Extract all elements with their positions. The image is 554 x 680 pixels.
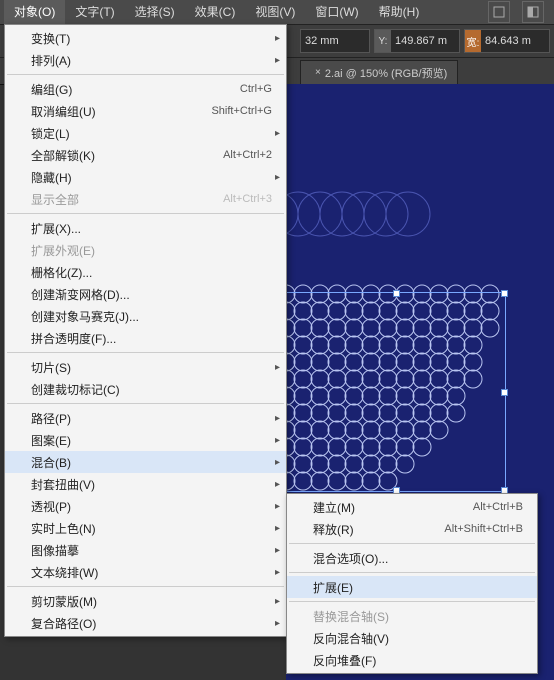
submenu-item[interactable]: 扩展(E) [287, 576, 537, 598]
menu-item[interactable]: 实时上色(N) [5, 517, 286, 539]
blend-submenu: 建立(M)Alt+Ctrl+B释放(R)Alt+Shift+Ctrl+B 混合选项… [286, 493, 538, 674]
menu-item[interactable]: 扩展外观(E) [5, 239, 286, 261]
menu-item[interactable]: 透视(P) [5, 495, 286, 517]
menu-item[interactable]: 扩展(X)... [5, 217, 286, 239]
menu-item[interactable]: 拼合透明度(F)... [5, 327, 286, 349]
submenu-item[interactable]: 混合选项(O)... [287, 547, 537, 569]
submenu-item[interactable]: 建立(M)Alt+Ctrl+B [287, 496, 537, 518]
menu-view[interactable]: 视图(V) [245, 0, 305, 24]
menu-item[interactable]: 文本绕排(W) [5, 561, 286, 583]
selection-handle[interactable] [501, 389, 508, 396]
menu-item[interactable]: 全部解锁(K)Alt+Ctrl+2 [5, 144, 286, 166]
menu-effect[interactable]: 效果(C) [185, 0, 246, 24]
toolbar-icon-1[interactable] [488, 1, 510, 23]
submenu-item[interactable]: 替换混合轴(S) [287, 605, 537, 627]
menu-item[interactable]: 路径(P) [5, 407, 286, 429]
selection-rect [286, 292, 506, 492]
selection-handle[interactable] [393, 290, 400, 297]
submenu-item[interactable]: 反向混合轴(V) [287, 627, 537, 649]
menu-item[interactable]: 创建渐变网格(D)... [5, 283, 286, 305]
submenu-item[interactable]: 反向堆叠(F) [287, 649, 537, 671]
menu-item[interactable]: 创建裁切标记(C) [5, 378, 286, 400]
menu-item[interactable]: 复合路径(O) [5, 612, 286, 634]
menu-item[interactable]: 显示全部Alt+Ctrl+3 [5, 188, 286, 210]
menu-item[interactable]: 隐藏(H) [5, 166, 286, 188]
menu-item[interactable]: 图案(E) [5, 429, 286, 451]
menu-item[interactable]: 编组(G)Ctrl+G [5, 78, 286, 100]
tab-close-icon[interactable]: × [315, 67, 321, 78]
submenu-item[interactable]: 释放(R)Alt+Shift+Ctrl+B [287, 518, 537, 540]
tab-document[interactable]: × 2.ai @ 150% (RGB/预览) [300, 60, 458, 85]
menu-item[interactable]: 图像描摹 [5, 539, 286, 561]
menu-item[interactable]: 创建对象马赛克(J)... [5, 305, 286, 327]
toolbar-icon-2[interactable] [522, 1, 544, 23]
menu-object[interactable]: 对象(O) [4, 0, 65, 24]
menu-item[interactable]: 混合(B) [5, 451, 286, 473]
menu-item[interactable]: 取消编组(U)Shift+Ctrl+G [5, 100, 286, 122]
menu-select[interactable]: 选择(S) [125, 0, 185, 24]
tab-label: 2.ai @ 150% (RGB/预览) [325, 65, 447, 81]
menu-item[interactable]: 变换(T) [5, 27, 286, 49]
menu-item[interactable]: 排列(A) [5, 49, 286, 71]
menu-item[interactable]: 锁定(L) [5, 122, 286, 144]
menu-item[interactable]: 封套扭曲(V) [5, 473, 286, 495]
opt-field[interactable]: 32 mm [300, 29, 370, 53]
menu-item[interactable]: 切片(S) [5, 356, 286, 378]
selection-handle[interactable] [501, 290, 508, 297]
menu-item[interactable]: 剪切蒙版(M) [5, 590, 286, 612]
object-dropdown: 变换(T)排列(A) 编组(G)Ctrl+G取消编组(U)Shift+Ctrl+G… [4, 24, 287, 637]
menu-help[interactable]: 帮助(H) [369, 0, 430, 24]
menu-text[interactable]: 文字(T) [65, 0, 124, 24]
menu-window[interactable]: 窗口(W) [305, 0, 368, 24]
opt-width[interactable]: 宽:84.643 m [464, 29, 550, 53]
menubar: 对象(O) 文字(T) 选择(S) 效果(C) 视图(V) 窗口(W) 帮助(H… [0, 0, 554, 25]
menu-item[interactable]: 栅格化(Z)... [5, 261, 286, 283]
opt-y[interactable]: Y:149.867 m [374, 29, 460, 53]
